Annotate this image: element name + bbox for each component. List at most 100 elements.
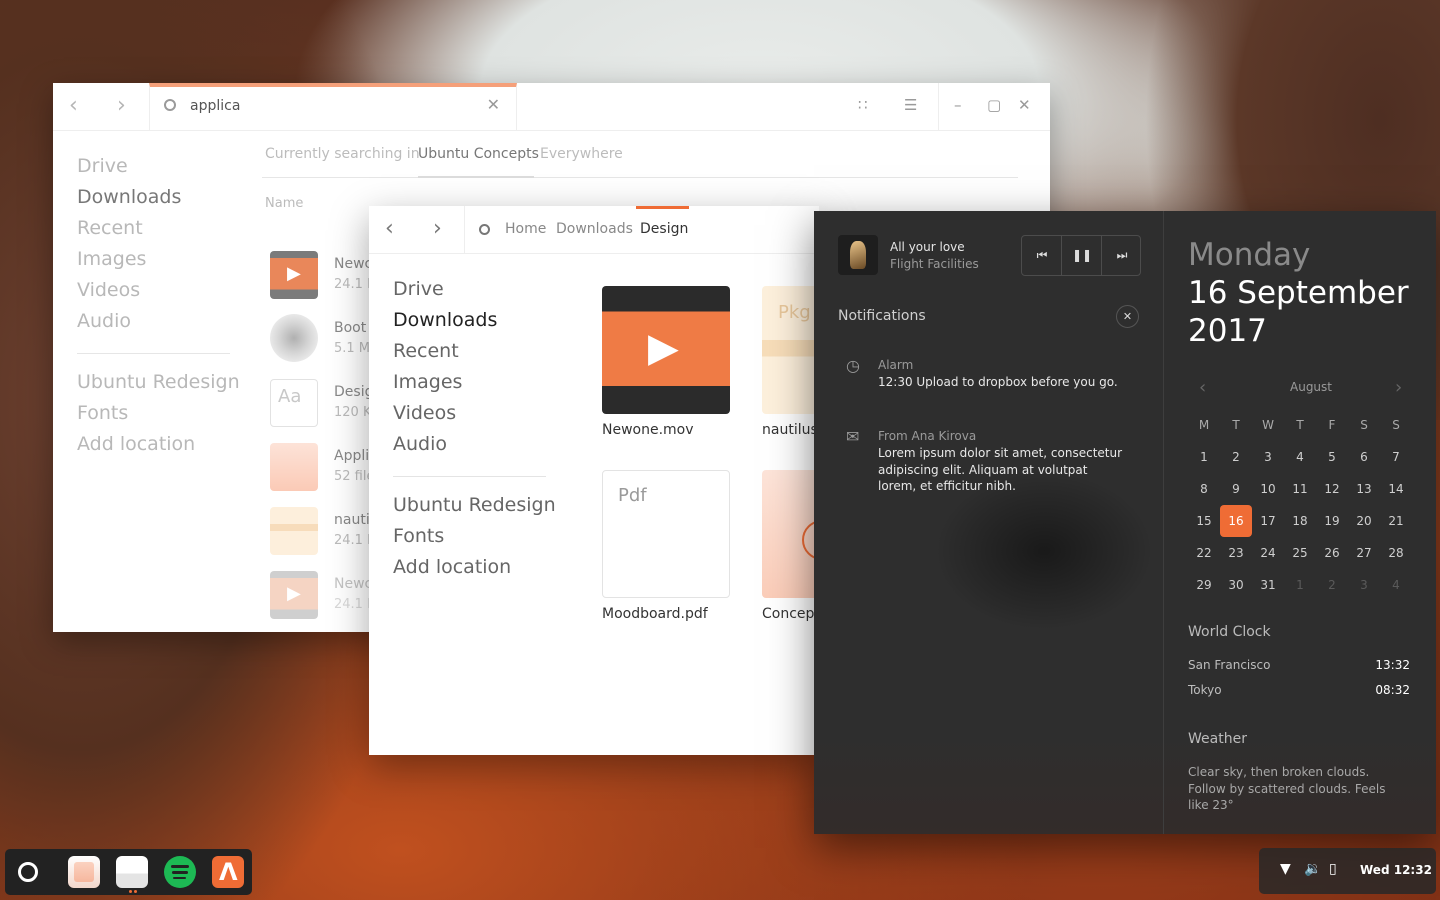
calendar-day[interactable]: 30 (1220, 578, 1252, 592)
menu-icon[interactable]: ☰ (904, 96, 917, 114)
calendar-day[interactable]: 11 (1284, 482, 1316, 496)
calendar-day[interactable]: 4 (1284, 450, 1316, 464)
sidebar-item-recent[interactable]: Recent (393, 340, 459, 362)
calendar-day[interactable]: 2 (1316, 578, 1348, 592)
breadcrumb-home[interactable]: Home (505, 221, 546, 237)
next-month-icon[interactable]: › (1395, 377, 1402, 398)
next-track-icon[interactable]: ⏭ (1102, 236, 1142, 275)
calendar-day[interactable]: 29 (1188, 578, 1220, 592)
calendar-day[interactable]: 23 (1220, 546, 1252, 560)
mail-app-icon[interactable] (116, 856, 148, 888)
file-name[interactable]: Newone.mov (602, 422, 694, 438)
calendar-day[interactable]: 9 (1220, 482, 1252, 496)
calendar-day[interactable]: 5 (1316, 450, 1348, 464)
launcher-icon[interactable] (12, 856, 44, 888)
software-center-icon[interactable]: Λ (212, 856, 244, 888)
result-name[interactable]: nautil (334, 512, 374, 528)
sidebar-item-add-location[interactable]: Add location (77, 433, 195, 455)
file-tile-package[interactable]: Pkg (762, 286, 819, 414)
grid-view-icon[interactable]: ∷ (858, 96, 868, 114)
sidebar-item-images[interactable]: Images (393, 371, 462, 393)
calendar-day[interactable]: 28 (1380, 546, 1412, 560)
scope-option-ubuntu-concepts[interactable]: Ubuntu Concepts (418, 146, 539, 162)
battery-icon[interactable]: ▯ (1329, 861, 1337, 877)
calendar-day[interactable]: 6 (1348, 450, 1380, 464)
sidebar-item-videos[interactable]: Videos (393, 402, 456, 424)
result-name[interactable]: Desig (334, 384, 373, 400)
sidebar-item-fonts[interactable]: Fonts (393, 525, 444, 547)
sidebar-item-audio[interactable]: Audio (393, 433, 447, 455)
calendar-day[interactable]: 18 (1284, 514, 1316, 528)
clear-notifications-icon[interactable]: ✕ (1116, 305, 1139, 328)
calendar-day[interactable]: 10 (1252, 482, 1284, 496)
search-bar[interactable]: applica ✕ (149, 83, 517, 131)
system-tray[interactable]: ▼ 🔉 ▯ Wed 12:32 (1259, 848, 1436, 894)
previous-track-icon[interactable]: ⏮ (1022, 236, 1062, 275)
calendar-day[interactable]: 24 (1252, 546, 1284, 560)
search-input[interactable]: applica (190, 98, 240, 114)
calendar-day[interactable]: 7 (1380, 450, 1412, 464)
files-app-icon[interactable] (68, 856, 100, 888)
album-art[interactable] (838, 235, 878, 275)
calendar-day[interactable]: 31 (1252, 578, 1284, 592)
calendar-day[interactable]: 13 (1348, 482, 1380, 496)
forward-icon[interactable]: › (117, 95, 126, 117)
wifi-icon[interactable]: ▼ (1280, 861, 1291, 877)
calendar-day[interactable]: 2 (1220, 450, 1252, 464)
calendar-day[interactable]: 1 (1188, 450, 1220, 464)
back-icon[interactable]: ‹ (385, 216, 394, 241)
spotify-icon[interactable] (164, 856, 196, 888)
calendar-day[interactable]: 25 (1284, 546, 1316, 560)
sidebar-item-ubuntu-redesign[interactable]: Ubuntu Redesign (77, 371, 240, 393)
calendar-day[interactable]: 19 (1316, 514, 1348, 528)
sidebar-item-downloads[interactable]: Downloads (77, 186, 181, 208)
calendar-day[interactable]: 4 (1380, 578, 1412, 592)
notification-body[interactable]: Lorem ipsum dolor sit amet, consectetur … (878, 445, 1128, 495)
minimize-icon[interactable]: – (954, 96, 962, 114)
calendar-day[interactable]: 20 (1348, 514, 1380, 528)
file-tile-concept[interactable] (762, 470, 819, 598)
sidebar-item-audio[interactable]: Audio (77, 310, 131, 332)
calendar-day[interactable]: 12 (1316, 482, 1348, 496)
file-tile-pdf[interactable]: Pdf (602, 470, 730, 598)
sidebar-item-ubuntu-redesign[interactable]: Ubuntu Redesign (393, 494, 556, 516)
sidebar-item-recent[interactable]: Recent (77, 217, 143, 239)
calendar-day[interactable]: 1 (1284, 578, 1316, 592)
pause-icon[interactable]: ❚❚ (1062, 236, 1102, 275)
breadcrumb-downloads[interactable]: Downloads (556, 221, 633, 237)
scope-option-everywhere[interactable]: Everywhere (540, 146, 623, 162)
tray-clock[interactable]: Wed 12:32 (1360, 863, 1432, 877)
calendar-day-today[interactable]: 16 (1220, 514, 1252, 528)
sidebar-item-videos[interactable]: Videos (77, 279, 140, 301)
calendar-day[interactable]: 15 (1188, 514, 1220, 528)
calendar-day[interactable]: 26 (1316, 546, 1348, 560)
sidebar-item-images[interactable]: Images (77, 248, 146, 270)
maximize-icon[interactable]: ▢ (987, 96, 1001, 114)
calendar-day[interactable]: 14 (1380, 482, 1412, 496)
sidebar-item-add-location[interactable]: Add location (393, 556, 511, 578)
notification-body[interactable]: 12:30 Upload to dropbox before you go. (878, 374, 1128, 391)
calendar-day[interactable]: 3 (1348, 578, 1380, 592)
sidebar-item-fonts[interactable]: Fonts (77, 402, 128, 424)
sidebar-item-downloads[interactable]: Downloads (393, 309, 497, 331)
file-name[interactable]: Moodboard.pdf (602, 606, 708, 622)
result-name[interactable]: Boot (334, 320, 366, 336)
column-header-name[interactable]: Name (265, 196, 303, 211)
prev-month-icon[interactable]: ‹ (1199, 377, 1206, 398)
calendar-day[interactable]: 3 (1252, 450, 1284, 464)
result-name[interactable]: Newc (334, 576, 372, 592)
clear-search-icon[interactable]: ✕ (487, 95, 500, 114)
forward-icon[interactable]: › (433, 216, 442, 241)
close-icon[interactable]: ✕ (1018, 96, 1031, 114)
calendar-day[interactable]: 17 (1252, 514, 1284, 528)
back-icon[interactable]: ‹ (69, 95, 78, 117)
volume-icon[interactable]: 🔉 (1304, 861, 1321, 877)
calendar-day[interactable]: 27 (1348, 546, 1380, 560)
search-icon[interactable] (479, 224, 490, 235)
calendar-day[interactable]: 22 (1188, 546, 1220, 560)
file-name[interactable]: nautilus (762, 422, 818, 438)
file-name[interactable]: Concep (762, 606, 814, 622)
breadcrumb-design[interactable]: Design (640, 221, 688, 237)
result-name[interactable]: Newc (334, 256, 372, 272)
sidebar-item-drive[interactable]: Drive (77, 155, 128, 177)
